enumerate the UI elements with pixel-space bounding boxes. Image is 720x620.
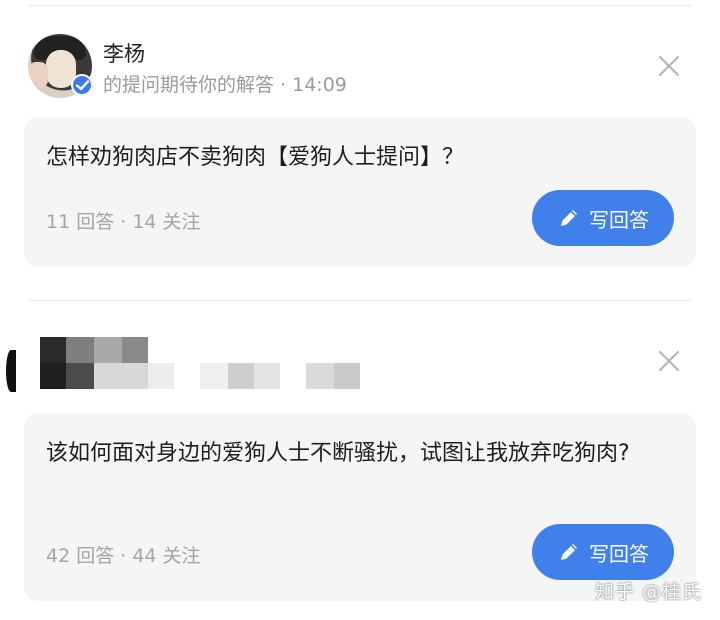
question-title[interactable]: 该如何面对身边的爱狗人士不断骚扰，试图让我放弃吃狗肉? [46, 435, 676, 473]
top-divider [28, 5, 692, 6]
write-answer-button[interactable]: 写回答 [532, 524, 674, 580]
close-icon[interactable] [657, 54, 681, 78]
question-card[interactable]: 该如何面对身边的爱狗人士不断骚扰，试图让我放弃吃狗肉? 42 回答 · 44 关… [24, 413, 696, 601]
pencil-icon [561, 210, 577, 226]
middle-divider [28, 300, 692, 301]
write-answer-label: 写回答 [589, 207, 649, 232]
close-icon[interactable] [657, 349, 681, 373]
question-stats: 42 回答 · 44 关注 [46, 545, 201, 567]
user-name[interactable]: 李杨 [103, 38, 145, 68]
pencil-icon [561, 544, 577, 560]
watermark: 知乎 @桂氏 [594, 581, 702, 603]
question-title[interactable]: 怎样劝狗肉店不卖狗肉【爱狗人士提问】？ [46, 139, 676, 177]
question-card[interactable]: 怎样劝狗肉店不卖狗肉【爱狗人士提问】？ 11 回答 · 14 关注 写回答 [24, 117, 696, 267]
user-meta: 的提问期待你的解答 · 14:09 [103, 74, 347, 96]
write-answer-button[interactable]: 写回答 [532, 190, 674, 246]
write-answer-label: 写回答 [589, 541, 649, 566]
verified-badge-icon [71, 74, 93, 96]
question-stats: 11 回答 · 14 关注 [46, 211, 201, 233]
